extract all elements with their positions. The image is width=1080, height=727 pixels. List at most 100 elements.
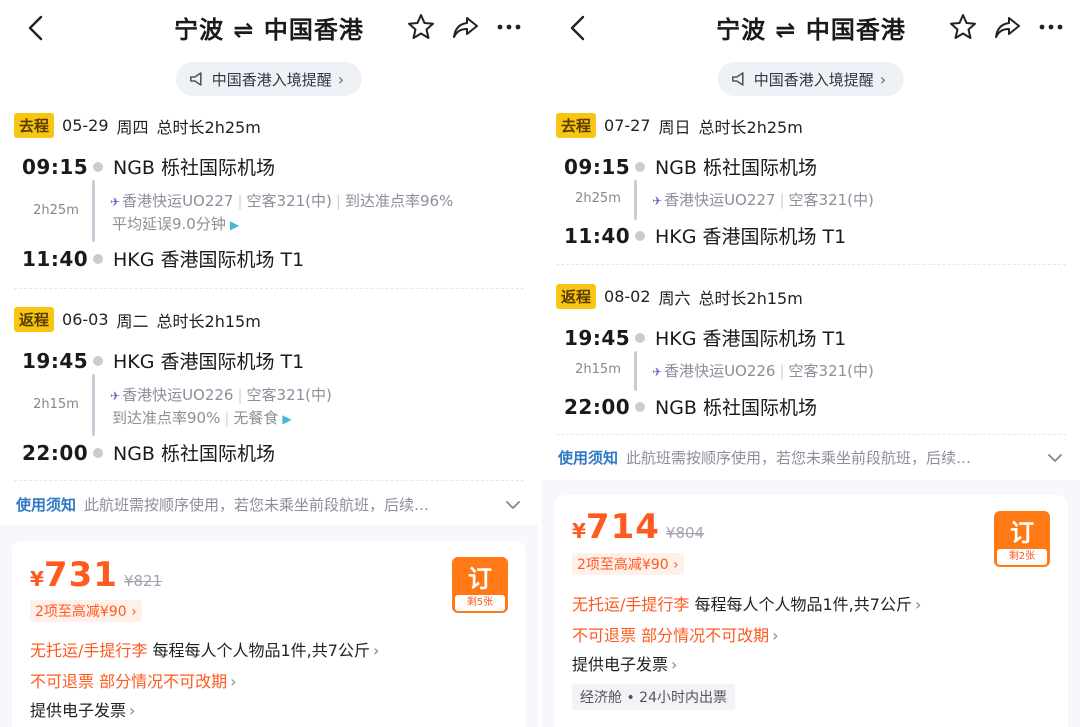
entry-notice-text: 中国香港入境提醒 bbox=[753, 70, 874, 89]
flight-info-section: 宁波 ⇌ 中国香港 中国香港入境提醒 bbox=[0, 0, 538, 525]
discount-text: 2项至高减¥90 bbox=[35, 604, 127, 620]
more-icon[interactable] bbox=[494, 12, 524, 42]
arrival-airport: HKG 香港国际机场 T1 bbox=[113, 249, 305, 271]
delay-info-line[interactable]: 平均延误9.0分钟 ▶ bbox=[112, 213, 239, 234]
return-arrival-row: 22:00 NGB 栎社国际机场 bbox=[564, 393, 817, 420]
flight-info-line[interactable]: ✈ 香港快运UO226 | 空客321(中) bbox=[652, 360, 874, 381]
usage-rules-row[interactable]: 使用须知 此航班需按顺序使用，若您未乘坐前段航班，后续… bbox=[16, 494, 522, 515]
timeline-dot bbox=[93, 161, 103, 172]
megaphone-icon bbox=[730, 70, 748, 88]
entry-notice-pill[interactable]: 中国香港入境提醒 › bbox=[175, 62, 363, 96]
book-button[interactable]: 订 剩5张 bbox=[452, 557, 508, 613]
ontime-rate: 到达准点率90% bbox=[112, 409, 221, 427]
star-icon[interactable] bbox=[406, 12, 436, 42]
aircraft-type: 空客321(中) bbox=[246, 192, 332, 210]
ontime-info-line[interactable]: 到达准点率90% | 无餐食 ▶ bbox=[112, 407, 292, 428]
return-departure-row: 19:45 HKG 香港国际机场 T1 bbox=[22, 347, 304, 374]
timeline-line bbox=[92, 180, 95, 242]
cabin-ticketing-pill: 经济舱 • 24小时内出票 bbox=[572, 684, 735, 710]
nav-bar: 宁波 ⇌ 中国香港 bbox=[542, 0, 1080, 56]
outbound-weekday: 周日 bbox=[658, 117, 691, 137]
arrival-airport: NGB 栎社国际机场 bbox=[113, 443, 276, 465]
invoice-text: 提供电子发票 bbox=[572, 655, 669, 674]
arrival-airport: NGB 栎社国际机场 bbox=[655, 397, 818, 419]
leg-duration: 2h25m bbox=[575, 191, 621, 206]
discount-badge[interactable]: 2项至高减¥90 › bbox=[572, 553, 684, 575]
return-tag: 返程 bbox=[14, 307, 55, 332]
play-arrow-icon: ▶ bbox=[282, 412, 292, 426]
return-departure-row: 19:45 HKG 香港国际机场 T1 bbox=[564, 324, 846, 351]
more-icon[interactable] bbox=[1036, 12, 1066, 42]
baggage-line[interactable]: 无托运/手提行李 每程每人个人物品1件,共7公斤 › bbox=[572, 591, 921, 615]
share-icon[interactable] bbox=[992, 12, 1022, 42]
timeline-dot bbox=[93, 447, 103, 458]
arrival-time: 22:00 bbox=[564, 394, 631, 419]
chevron-down-icon bbox=[1046, 449, 1064, 467]
aircraft-type: 空客321(中) bbox=[788, 362, 874, 380]
chevron-right-icon: › bbox=[337, 69, 345, 89]
fare-price: 731 bbox=[43, 555, 118, 595]
fare-card[interactable]: ¥ 714 ¥804 2项至高减¥90 › 订 剩2张 无托运/手提行李 每程每… bbox=[554, 495, 1068, 727]
outbound-arrival-row: 11:40 HKG 香港国际机场 T1 bbox=[22, 245, 304, 272]
chevron-down-icon bbox=[504, 496, 522, 514]
entry-notice-text: 中国香港入境提醒 bbox=[211, 70, 332, 89]
currency-symbol: ¥ bbox=[572, 519, 586, 543]
share-icon[interactable] bbox=[450, 12, 480, 42]
airline-flight: 香港快运UO227 bbox=[664, 191, 776, 209]
return-total-duration: 总时长2h15m bbox=[698, 288, 803, 308]
arrival-time: 11:40 bbox=[22, 246, 89, 271]
airline-logo-icon: ✈ bbox=[652, 194, 663, 208]
book-label: 订 bbox=[1010, 519, 1034, 547]
original-price: ¥804 bbox=[665, 524, 705, 542]
outbound-arrival-row: 11:40 HKG 香港国际机场 T1 bbox=[564, 222, 846, 249]
star-icon[interactable] bbox=[948, 12, 978, 42]
timeline-dot bbox=[635, 230, 645, 241]
outbound-date: 05-29 bbox=[62, 116, 109, 135]
airline-flight: 香港快运UO227 bbox=[122, 192, 234, 210]
timeline-dot bbox=[635, 332, 645, 343]
return-total-duration: 总时长2h15m bbox=[156, 311, 261, 331]
divider bbox=[556, 434, 1066, 435]
baggage-line[interactable]: 无托运/手提行李 每程每人个人物品1件,共7公斤 › bbox=[30, 637, 379, 661]
usage-rules-row[interactable]: 使用须知 此航班需按顺序使用，若您未乘坐前段航班，后续… bbox=[558, 447, 1064, 468]
flight-info-line[interactable]: ✈ 香港快运UO227 | 空客321(中) | 到达准点率96% bbox=[110, 190, 453, 211]
departure-time: 19:45 bbox=[22, 348, 89, 373]
leg-duration: 2h25m bbox=[33, 203, 79, 218]
fare-card[interactable]: ¥ 731 ¥821 2项至高减¥90 › 订 剩5张 无托运/手提行李 每程每… bbox=[12, 541, 526, 727]
outbound-header: 去程 05-29 周四 总时长2h25m bbox=[14, 113, 261, 138]
book-label: 订 bbox=[468, 565, 492, 593]
book-button[interactable]: 订 剩2张 bbox=[994, 511, 1050, 567]
outbound-total-duration: 总时长2h25m bbox=[698, 117, 803, 137]
outbound-date: 07-27 bbox=[604, 116, 651, 135]
return-arrival-row: 22:00 NGB 栎社国际机场 bbox=[22, 439, 275, 466]
airline-logo-icon: ✈ bbox=[652, 365, 663, 379]
meal-info: 无餐食 bbox=[233, 409, 279, 427]
aircraft-type: 空客321(中) bbox=[788, 191, 874, 209]
timeline-line bbox=[92, 374, 95, 436]
refund-line[interactable]: 不可退票 部分情况不可改期 › bbox=[572, 622, 779, 646]
usage-rules-label: 使用须知 bbox=[558, 449, 619, 467]
invoice-line[interactable]: 提供电子发票 › bbox=[572, 651, 677, 675]
price-block: ¥ 731 ¥821 bbox=[30, 555, 162, 595]
leg-duration: 2h15m bbox=[575, 362, 621, 377]
baggage-label: 无托运/手提行李 bbox=[572, 595, 690, 614]
flight-info-line[interactable]: ✈ 香港快运UO227 | 空客321(中) bbox=[652, 189, 874, 210]
departure-airport: NGB 栎社国际机场 bbox=[655, 157, 818, 179]
airline-logo-icon: ✈ bbox=[110, 195, 121, 209]
flight-info-line[interactable]: ✈ 香港快运UO226 | 空客321(中) bbox=[110, 384, 332, 405]
baggage-label: 无托运/手提行李 bbox=[30, 641, 148, 660]
departure-airport: HKG 香港国际机场 T1 bbox=[113, 351, 305, 373]
refund-line[interactable]: 不可退票 部分情况不可改期 › bbox=[30, 668, 237, 692]
entry-notice-pill[interactable]: 中国香港入境提醒 › bbox=[717, 62, 905, 96]
chevron-right-icon: › bbox=[879, 69, 887, 89]
nav-bar: 宁波 ⇌ 中国香港 bbox=[0, 0, 538, 56]
outbound-tag: 去程 bbox=[14, 113, 55, 138]
departure-time: 09:15 bbox=[22, 154, 89, 179]
timeline-line bbox=[634, 351, 637, 391]
arrival-time: 22:00 bbox=[22, 440, 89, 465]
flight-detail-panel-2: 宁波 ⇌ 中国香港 中国香港入境提醒 › 去程 07-27 周日 总时长2h25… bbox=[542, 0, 1080, 727]
timeline-dot bbox=[93, 253, 103, 264]
outbound-departure-row: 09:15 NGB 栎社国际机场 bbox=[564, 153, 817, 180]
invoice-line[interactable]: 提供电子发票 › bbox=[30, 697, 135, 721]
discount-badge[interactable]: 2项至高减¥90 › bbox=[30, 600, 142, 622]
